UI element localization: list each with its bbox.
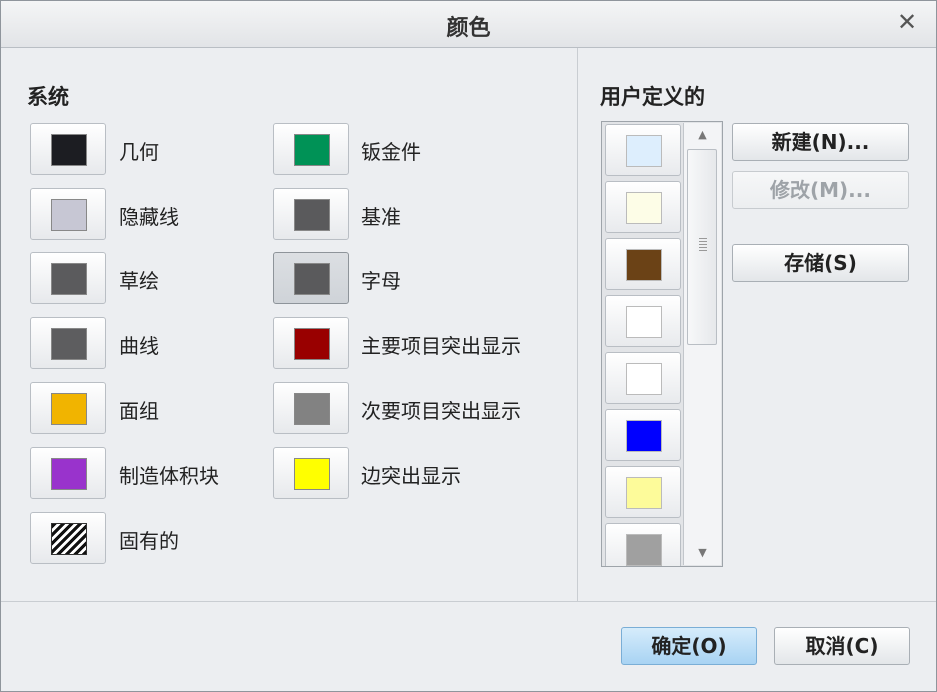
user-color-item[interactable] <box>605 181 681 233</box>
color-swatch <box>626 249 662 281</box>
user-color-item[interactable] <box>605 523 681 566</box>
color-swatch <box>294 328 330 360</box>
grip-icon <box>699 238 707 252</box>
user-color-item[interactable] <box>605 124 681 176</box>
system-color-label: 边突出显示 <box>361 464 461 488</box>
system-color-button[interactable] <box>30 447 106 499</box>
system-color-label: 基准 <box>361 205 401 229</box>
system-color-label: 制造体积块 <box>119 464 219 488</box>
system-color-button[interactable] <box>273 382 349 434</box>
system-color-button[interactable] <box>273 252 349 304</box>
user-color-item[interactable] <box>605 238 681 290</box>
user-defined-section-label: 用户定义的 <box>600 85 705 109</box>
system-color-button[interactable] <box>30 252 106 304</box>
user-color-item[interactable] <box>605 295 681 347</box>
color-dialog: 颜色 ✕ 系统 几何隐藏线草绘曲线面组制造体积块固有的 钣金件基准字母主要项目突出… <box>0 0 937 692</box>
system-section-label: 系统 <box>27 85 69 109</box>
color-swatch <box>626 363 662 395</box>
color-swatch <box>626 135 662 167</box>
color-swatch <box>294 134 330 166</box>
arrow-down-icon[interactable]: ▼ <box>684 541 721 565</box>
color-swatch <box>626 306 662 338</box>
system-color-button[interactable] <box>30 512 106 564</box>
color-swatch <box>626 420 662 452</box>
color-swatch <box>51 458 87 490</box>
vertical-divider <box>577 48 578 601</box>
system-color-button[interactable] <box>273 123 349 175</box>
user-color-item[interactable] <box>605 352 681 404</box>
color-swatch <box>51 393 87 425</box>
system-color-button[interactable] <box>273 447 349 499</box>
scrollbar-thumb[interactable] <box>687 149 717 345</box>
color-swatch <box>626 192 662 224</box>
save-button[interactable]: 存储(S) <box>732 244 909 282</box>
system-color-label: 曲线 <box>119 334 159 358</box>
system-color-label: 固有的 <box>119 529 179 553</box>
system-color-button[interactable] <box>30 382 106 434</box>
color-swatch <box>626 477 662 509</box>
modify-button[interactable]: 修改(M)... <box>732 171 909 209</box>
color-swatch <box>626 534 662 566</box>
color-swatch <box>294 263 330 295</box>
user-color-scrollbar[interactable]: ▲ ▼ <box>683 123 721 565</box>
system-color-label: 钣金件 <box>361 140 421 164</box>
user-color-item[interactable] <box>605 409 681 461</box>
system-color-label: 几何 <box>119 140 159 164</box>
color-swatch <box>294 393 330 425</box>
system-color-button[interactable] <box>273 317 349 369</box>
system-color-button[interactable] <box>30 123 106 175</box>
system-color-label: 次要项目突出显示 <box>361 399 521 423</box>
horizontal-divider <box>1 601 936 602</box>
color-swatch <box>51 328 87 360</box>
color-swatch <box>51 523 87 555</box>
cancel-button[interactable]: 取消(C) <box>774 627 910 665</box>
color-swatch <box>51 199 87 231</box>
system-color-label: 主要项目突出显示 <box>361 334 521 358</box>
arrow-up-icon[interactable]: ▲ <box>684 123 721 147</box>
ok-button[interactable]: 确定(O) <box>621 627 757 665</box>
new-button[interactable]: 新建(N)... <box>732 123 909 161</box>
dialog-title: 颜色 <box>446 16 491 41</box>
system-color-button[interactable] <box>30 188 106 240</box>
color-swatch <box>294 199 330 231</box>
color-swatch <box>51 263 87 295</box>
system-color-label: 字母 <box>361 269 401 293</box>
close-icon[interactable]: ✕ <box>894 9 920 35</box>
system-color-button[interactable] <box>273 188 349 240</box>
system-color-label: 隐藏线 <box>119 205 179 229</box>
title-bar: 颜色 ✕ <box>1 1 936 48</box>
system-color-label: 面组 <box>119 399 159 423</box>
system-color-label: 草绘 <box>119 269 159 293</box>
color-swatch <box>294 458 330 490</box>
color-swatch <box>51 134 87 166</box>
system-color-button[interactable] <box>30 317 106 369</box>
user-color-item[interactable] <box>605 466 681 518</box>
